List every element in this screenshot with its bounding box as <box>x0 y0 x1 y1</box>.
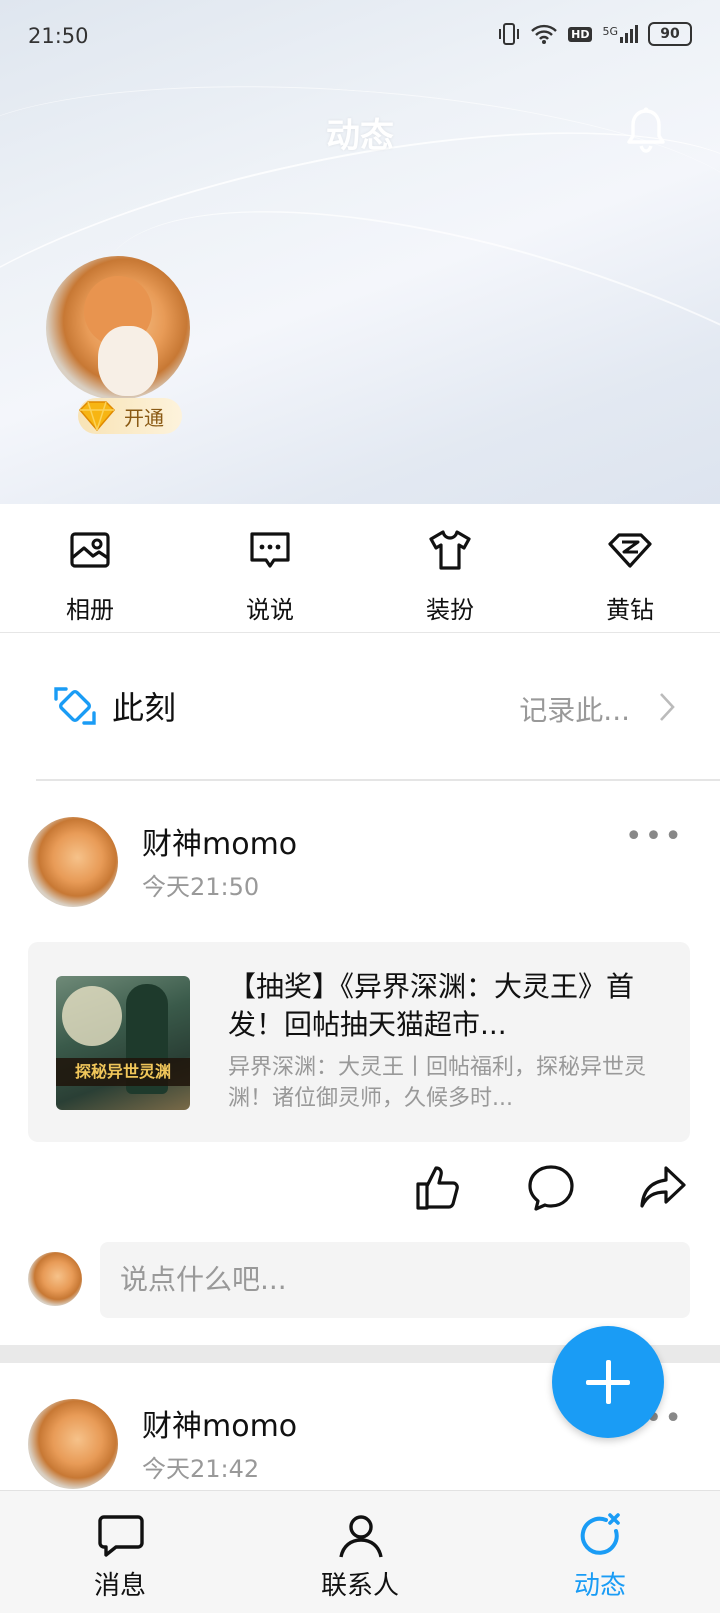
avatar-cat-body <box>98 326 158 396</box>
menu-item-shuoshuo[interactable]: 说说 <box>180 504 360 632</box>
nav-label: 消息 <box>93 1571 146 1601</box>
add-post-button[interactable] <box>552 1326 664 1438</box>
hd-badge: HD <box>568 26 593 42</box>
menu-item-label: 相册 <box>66 596 114 624</box>
comment-icon[interactable] <box>526 1162 576 1212</box>
menu-item-label: 装扮 <box>426 596 474 624</box>
tshirt-icon <box>429 530 471 570</box>
moment-title: 此刻 <box>112 689 177 727</box>
status-time: 21:50 <box>28 24 89 48</box>
chevron-right-icon <box>660 693 675 721</box>
post-author[interactable]: 财神momo <box>142 1401 297 1445</box>
quick-menu: 相册 说说 装扮 黄钻 <box>0 504 720 633</box>
menu-item-dressup[interactable]: 装扮 <box>360 504 540 632</box>
feed-refresh-icon <box>580 1513 620 1555</box>
moment-entry[interactable]: 此刻 记录此... <box>0 633 720 779</box>
shared-link-card[interactable]: 探秘异世灵渊 【抽奖】《异界深渊：大灵王》首发！回帖抽天猫超市... 异界深渊：… <box>28 942 690 1142</box>
more-options-button[interactable]: ••• <box>625 819 684 854</box>
menu-item-label: 黄钻 <box>606 596 654 624</box>
menu-item-label: 说说 <box>246 596 294 624</box>
vip-open-badge[interactable]: 开通 <box>78 398 182 434</box>
page-title: 动态 <box>326 116 394 156</box>
vibrate-icon <box>499 23 520 45</box>
message-box-icon <box>250 532 290 568</box>
post-time: 今天21:42 <box>142 1455 260 1483</box>
bell-icon[interactable] <box>624 106 668 154</box>
network-type: 5G <box>602 25 618 38</box>
wifi-icon <box>531 24 557 44</box>
bottom-navigation: 消息 联系人 动态 <box>0 1490 720 1613</box>
post-author[interactable]: 财神momo <box>142 819 297 863</box>
chat-bubble-icon <box>98 1515 144 1557</box>
profile-avatar[interactable] <box>46 256 190 400</box>
contacts-icon <box>339 1515 383 1558</box>
moment-icon <box>54 687 96 725</box>
like-icon[interactable] <box>412 1162 462 1212</box>
nav-messages[interactable]: 消息 <box>0 1491 240 1613</box>
share-icon[interactable] <box>638 1162 688 1212</box>
card-thumbnail: 探秘异世灵渊 <box>56 976 190 1110</box>
nav-label: 联系人 <box>320 1571 399 1601</box>
post-avatar[interactable] <box>28 817 118 907</box>
status-bar: 21:50 HD 5G 90 <box>0 18 720 58</box>
diamond-icon <box>78 401 116 432</box>
moment-hint: 记录此... <box>519 694 630 727</box>
menu-item-yellow-diamond[interactable]: 黄钻 <box>540 504 720 632</box>
menu-item-album[interactable]: 相册 <box>0 504 180 632</box>
vip-open-label: 开通 <box>124 405 164 430</box>
card-description: 异界深渊：大灵王丨回帖福利，探秘异世灵渊！诸位御灵师，久候多时... <box>228 1055 647 1111</box>
post-time: 今天21:50 <box>142 873 260 901</box>
album-icon <box>70 532 110 568</box>
nav-contacts[interactable]: 联系人 <box>240 1491 480 1613</box>
post-avatar[interactable] <box>28 1399 118 1489</box>
comment-input[interactable]: 说点什么吧... <box>100 1242 690 1318</box>
signal-indicator: 5G <box>602 25 638 43</box>
my-avatar <box>28 1252 82 1306</box>
yellow-diamond-icon <box>608 533 652 568</box>
nav-label: 动态 <box>573 1571 626 1601</box>
card-title: 【抽奖】《异界深渊：大灵王》首发！回帖抽天猫超市... <box>228 970 635 1041</box>
plus-icon <box>606 1360 611 1404</box>
thumbnail-caption: 探秘异世灵渊 <box>56 1058 190 1086</box>
nav-feed[interactable]: 动态 <box>480 1491 720 1613</box>
battery-icon: 90 <box>648 22 692 46</box>
thumbnail-moon <box>62 986 122 1046</box>
